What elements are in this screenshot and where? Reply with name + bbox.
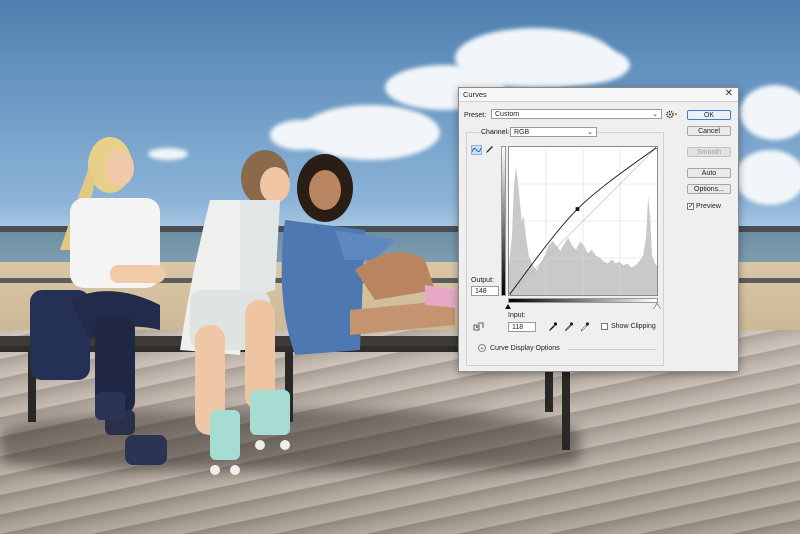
divider	[567, 349, 657, 350]
gray-eyedropper-icon[interactable]	[564, 322, 573, 332]
channel-value: RGB	[514, 129, 530, 136]
person-blonde-woman	[30, 137, 167, 465]
curve-control-point[interactable]	[508, 293, 511, 296]
cloud	[740, 85, 800, 140]
chevron-down-icon: ⌄	[652, 111, 658, 118]
black-point-slider[interactable]	[505, 304, 511, 309]
preset-select[interactable]: Custom ⌄	[491, 109, 662, 119]
close-icon[interactable]: ✕	[725, 88, 733, 99]
pencil-icon[interactable]	[484, 145, 495, 155]
curve-control-point[interactable]	[575, 207, 580, 211]
curves-graph[interactable]	[508, 146, 658, 296]
output-gradient-bar	[501, 146, 506, 296]
person-woman-blue-shirt	[281, 154, 457, 355]
chevron-down-icon[interactable]: ⌄	[478, 344, 486, 352]
ok-button[interactable]: OK	[687, 110, 731, 120]
preset-value: Custom	[495, 111, 520, 118]
target-adjust-icon[interactable]	[473, 322, 484, 332]
input-field[interactable]: 118	[508, 322, 536, 332]
channel-label: Channel:	[481, 129, 510, 136]
curves-dialog: Curves ✕ Preset: Custom ⌄ OK Cancel Smoo…	[458, 87, 739, 372]
auto-button[interactable]: Auto	[687, 168, 731, 178]
smooth-button[interactable]: Smooth	[687, 147, 731, 157]
curve-edit-icon[interactable]	[471, 145, 482, 155]
output-label: Output:	[471, 277, 494, 284]
input-gradient-bar	[508, 298, 658, 303]
show-clipping-label: Show Clipping	[611, 323, 656, 330]
curve-display-options-label[interactable]: Curve Display Options	[490, 345, 560, 352]
white-point-slider[interactable]	[654, 304, 660, 309]
gear-icon[interactable]	[666, 110, 678, 119]
output-field[interactable]: 148	[471, 286, 499, 296]
curve-control-point[interactable]	[655, 146, 658, 149]
bench-leg	[562, 365, 570, 450]
channel-select[interactable]: RGB ⌄	[510, 127, 597, 137]
preview-checkbox[interactable]: ✓	[687, 203, 694, 210]
cloud	[735, 150, 800, 205]
options-button[interactable]: Options...	[687, 184, 731, 194]
black-eyedropper-icon[interactable]	[548, 322, 557, 332]
chevron-down-icon: ⌄	[587, 129, 593, 136]
cloud	[520, 45, 630, 85]
input-label: Input:	[508, 312, 526, 319]
dialog-title: Curves	[463, 90, 487, 99]
white-eyedropper-icon[interactable]	[580, 322, 589, 332]
show-clipping-checkbox[interactable]	[601, 323, 608, 330]
checkmark-icon: ✓	[688, 203, 694, 210]
cancel-button[interactable]: Cancel	[687, 126, 731, 136]
preset-label: Preset:	[464, 112, 487, 119]
preview-label: Preview	[696, 203, 721, 210]
dialog-titlebar[interactable]: Curves ✕	[459, 88, 738, 102]
